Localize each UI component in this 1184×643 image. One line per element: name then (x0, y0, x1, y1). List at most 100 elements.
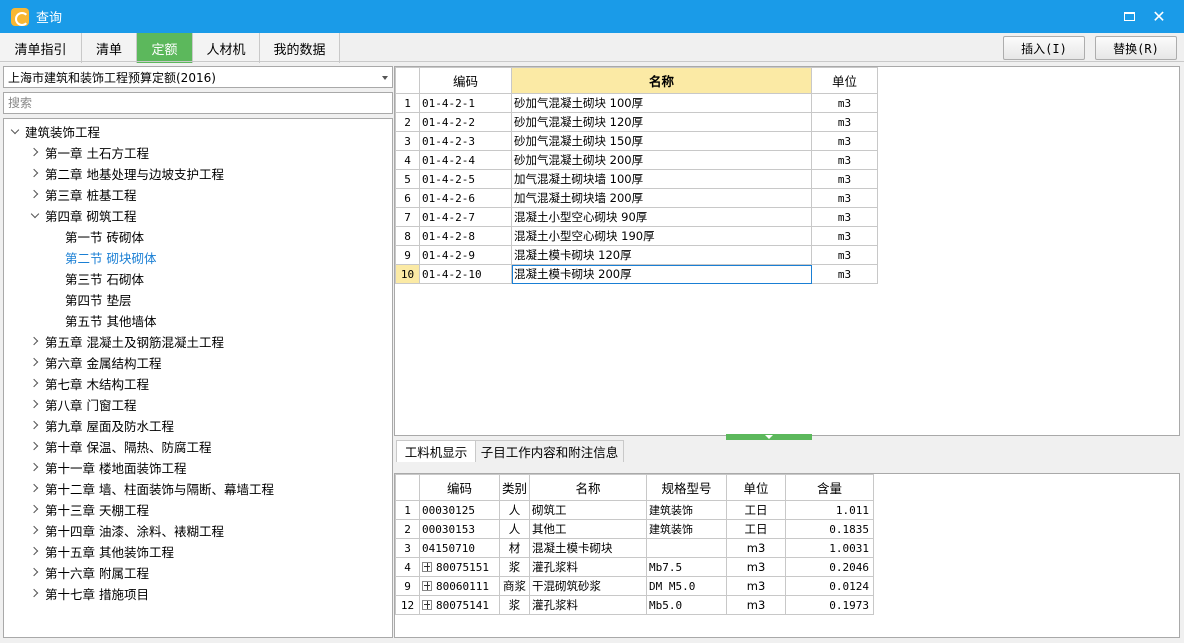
tree-node[interactable]: 第十四章 油漆、涂料、裱糊工程 (30, 520, 224, 541)
chevron-down-icon[interactable] (30, 211, 39, 220)
tree-node[interactable]: 第一章 土石方工程 (30, 142, 149, 163)
tree-node[interactable]: 第十二章 墙、柱面装饰与隔断、幕墙工程 (30, 478, 274, 499)
mat-row-unit[interactable]: m3 (726, 595, 787, 615)
mat-row-unit[interactable]: m3 (726, 557, 787, 577)
quota-header-name[interactable]: 名称 (511, 67, 812, 94)
quota-row-code[interactable]: 01-4-2-10 (419, 264, 512, 284)
chevron-right-icon[interactable] (30, 568, 39, 577)
mat-row-qty[interactable]: 0.1835 (785, 519, 875, 539)
mat-row-qty[interactable]: 0.1973 (785, 595, 875, 615)
mat-header-name[interactable]: 名称 (529, 474, 648, 501)
quota-row[interactable]: 6 01-4-2-6 加气混凝土砌块墙 200厚 m3 (395, 188, 878, 208)
quota-row-name[interactable]: 砂加气混凝土砌块 120厚 (511, 112, 812, 132)
material-row[interactable]: 1 00030125 人砌筑工 建筑装饰 工日 1.011 (395, 500, 875, 520)
tree-node[interactable]: 第四节 垫层 (65, 289, 131, 310)
material-row[interactable]: 9 80060111 商浆 干混砌筑砂浆 DM M5.0 m3 0.0124 (395, 576, 875, 596)
chevron-right-icon[interactable] (30, 442, 39, 451)
quota-row-unit[interactable]: m3 (811, 226, 878, 246)
quota-row[interactable]: 7 01-4-2-7 混凝土小型空心砌块 90厚 m3 (395, 207, 878, 227)
tree-node[interactable]: 第六章 金属结构工程 (30, 352, 161, 373)
quota-row-index[interactable]: 8 (395, 226, 420, 246)
tree-node[interactable]: 第三节 石砌体 (65, 268, 144, 289)
quota-row-code[interactable]: 01-4-2-2 (419, 112, 512, 132)
quota-row-name[interactable]: 混凝土小型空心砌块 190厚 (511, 226, 812, 246)
search-input[interactable] (3, 92, 393, 114)
library-select[interactable]: 上海市建筑和装饰工程预算定额(2016) (3, 66, 393, 88)
maximize-icon[interactable] (1114, 0, 1144, 33)
tree-node[interactable]: 第十五章 其他装饰工程 (30, 541, 174, 562)
quota-row-index[interactable]: 5 (395, 169, 420, 189)
quota-row-code[interactable]: 01-4-2-1 (419, 93, 512, 113)
mat-header-type[interactable]: 类别 (498, 474, 531, 501)
mat-row-index[interactable]: 3 (395, 538, 420, 558)
mat-row-spec[interactable]: 建筑装饰 (646, 500, 728, 520)
quota-row[interactable]: 3 01-4-2-3 砂加气混凝土砌块 150厚 m3 (395, 131, 878, 151)
mat-row-code[interactable]: 00030125 (419, 500, 500, 520)
quota-row-code[interactable]: 01-4-2-5 (419, 169, 512, 189)
chevron-right-icon[interactable] (30, 190, 39, 199)
quota-row-name[interactable]: 砂加气混凝土砌块 150厚 (511, 131, 812, 151)
material-row[interactable]: 4 80075151 浆灌孔浆料 Mb7.5 m3 0.2046 (395, 557, 875, 577)
tab-my-data[interactable]: 我的数据 (260, 33, 340, 63)
quota-row-unit[interactable]: m3 (811, 131, 878, 151)
chevron-right-icon[interactable] (30, 589, 39, 598)
chevron-right-icon[interactable] (30, 400, 39, 409)
quota-row-unit[interactable]: m3 (811, 245, 878, 265)
chevron-right-icon[interactable] (30, 484, 39, 493)
replace-button[interactable]: 替换(R) (1095, 36, 1177, 60)
mat-row-name[interactable]: 其他工 (529, 519, 648, 539)
tab-labor-material-machine[interactable]: 人材机 (193, 33, 260, 63)
mat-row-qty[interactable]: 0.2046 (785, 557, 875, 577)
mat-row-index[interactable]: 2 (395, 519, 420, 539)
quota-row-unit[interactable]: m3 (811, 150, 878, 170)
mat-row-type[interactable]: 浆 (498, 595, 531, 615)
mat-row-spec[interactable] (646, 538, 728, 558)
quota-row-index[interactable]: 7 (395, 207, 420, 227)
quota-row-unit[interactable]: m3 (811, 207, 878, 227)
quota-row-index[interactable]: 3 (395, 131, 420, 151)
tree-node[interactable]: 第二章 地基处理与边坡支护工程 (30, 163, 224, 184)
quota-row[interactable]: 9 01-4-2-9 混凝土模卡砌块 120厚 m3 (395, 245, 878, 265)
expand-plus-icon[interactable] (422, 580, 432, 591)
mat-row-unit[interactable]: m3 (726, 538, 787, 558)
tree-node[interactable]: 第一节 砖砌体 (65, 226, 144, 247)
material-row[interactable]: 3 04150710 材混凝土模卡砌块 m3 1.0031 (395, 538, 875, 558)
quota-row[interactable]: 2 01-4-2-2 砂加气混凝土砌块 120厚 m3 (395, 112, 878, 132)
tree-node[interactable]: 第十六章 附属工程 (30, 562, 149, 583)
chevron-right-icon[interactable] (30, 358, 39, 367)
quota-row-code[interactable]: 01-4-2-8 (419, 226, 512, 246)
quota-row-unit[interactable]: m3 (811, 188, 878, 208)
expand-plus-icon[interactable] (422, 599, 432, 610)
quota-row-code[interactable]: 01-4-2-6 (419, 188, 512, 208)
mat-row-type[interactable]: 商浆 (498, 576, 531, 596)
mat-row-name[interactable]: 砌筑工 (529, 500, 648, 520)
chevron-right-icon[interactable] (30, 169, 39, 178)
mat-row-spec[interactable]: DM M5.0 (646, 576, 728, 596)
tab-quota[interactable]: 定额 (137, 33, 193, 63)
quota-row-index[interactable]: 10 (395, 264, 420, 284)
chevron-right-icon[interactable] (30, 526, 39, 535)
mat-row-type[interactable]: 人 (498, 500, 531, 520)
tree-node[interactable]: 第九章 屋面及防水工程 (30, 415, 174, 436)
tree-node[interactable]: 第十章 保温、隔热、防腐工程 (30, 436, 211, 457)
quota-row[interactable]: 5 01-4-2-5 加气混凝土砌块墙 100厚 m3 (395, 169, 878, 189)
chevron-right-icon[interactable] (30, 337, 39, 346)
quota-row-code[interactable]: 01-4-2-3 (419, 131, 512, 151)
tree-node[interactable]: 第五节 其他墙体 (65, 310, 156, 331)
mat-row-type[interactable]: 人 (498, 519, 531, 539)
quota-row-index[interactable]: 2 (395, 112, 420, 132)
quota-row-code[interactable]: 01-4-2-4 (419, 150, 512, 170)
chevron-down-icon[interactable] (10, 127, 19, 136)
mat-row-code[interactable]: 80060111 (419, 576, 500, 596)
insert-button[interactable]: 插入(I) (1003, 36, 1085, 60)
quota-row-code[interactable]: 01-4-2-9 (419, 245, 512, 265)
tree-node[interactable]: 第二节 砌块砌体 (65, 247, 156, 268)
mat-row-type[interactable]: 浆 (498, 557, 531, 577)
tree-node[interactable]: 第十七章 措施项目 (30, 583, 149, 604)
tab-work-content[interactable]: 子目工作内容和附注信息 (476, 440, 624, 462)
quota-row-name[interactable]: 混凝土模卡砌块 120厚 (511, 245, 812, 265)
quota-row-unit[interactable]: m3 (811, 93, 878, 113)
quota-row[interactable]: 8 01-4-2-8 混凝土小型空心砌块 190厚 m3 (395, 226, 878, 246)
mat-row-name[interactable]: 干混砌筑砂浆 (529, 576, 648, 596)
close-icon[interactable]: ✕ (1144, 0, 1174, 33)
